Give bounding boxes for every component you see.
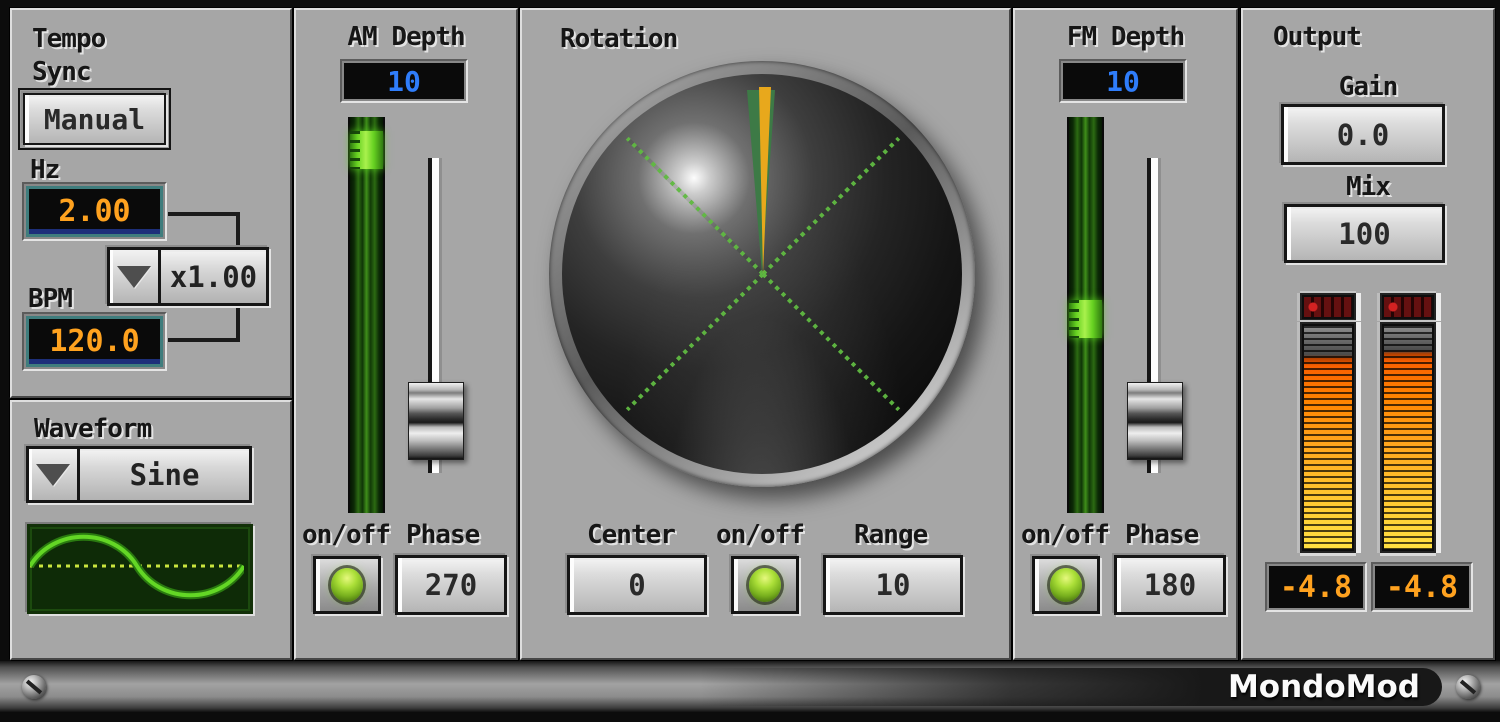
- rotation-label: Rotation: [560, 24, 677, 54]
- output-label: Output: [1273, 22, 1361, 52]
- bpm-display-frame: 120.0: [22, 312, 167, 371]
- waveform-value[interactable]: Sine: [80, 449, 249, 500]
- rotation-range-button[interactable]: 10: [823, 555, 963, 615]
- tempo-mode-button[interactable]: Manual: [23, 93, 166, 145]
- led-icon: [331, 568, 363, 602]
- output-panel: Output Gain 0.0 Mix 100 -4.8 -4.8: [1241, 8, 1495, 660]
- hz-value: 2.00: [58, 194, 130, 229]
- rotation-onoff-label: on/off: [716, 520, 804, 550]
- am-phase-button[interactable]: 270: [395, 555, 507, 615]
- screw-slot: [26, 680, 42, 695]
- left-meter-readout-frame: -4.8: [1265, 562, 1367, 612]
- rotation-sphere[interactable]: [549, 61, 975, 487]
- bpm-value: 120.0: [49, 324, 139, 359]
- am-depth-panel: AM Depth 10 on/off Phase 270: [294, 8, 518, 660]
- multiplier-value[interactable]: x1.00: [161, 250, 266, 303]
- fm-depth-meter[interactable]: [1067, 117, 1104, 513]
- am-depth-meter[interactable]: [348, 117, 385, 513]
- right-meter-peak-indicator: [1380, 293, 1436, 321]
- fm-phase-label: Phase: [1125, 520, 1198, 550]
- fm-depth-display[interactable]: 10: [1063, 63, 1183, 99]
- waveform-panel: Waveform Sine: [10, 400, 292, 660]
- rotation-crosshair-ray: [762, 137, 901, 276]
- right-meter-readout-frame: -4.8: [1371, 562, 1473, 612]
- mix-label: Mix: [1243, 172, 1493, 202]
- am-onoff-button[interactable]: [313, 556, 381, 614]
- rotation-crosshair-ray: [762, 273, 901, 412]
- tempo-sync-panel: Tempo Sync Manual Hz 2.00 x1.00 BPM 120.…: [10, 8, 292, 398]
- tempo-label-line1: Tempo: [32, 24, 105, 54]
- led-icon: [1050, 568, 1082, 602]
- screw-icon: [22, 675, 46, 699]
- rotation-center-label: Center: [587, 520, 675, 550]
- waveform-arrow-button[interactable]: [29, 449, 80, 500]
- am-depth-value: 10: [387, 65, 421, 98]
- output-meter-left: [1300, 322, 1356, 553]
- waveform-dropdown[interactable]: Sine: [26, 446, 252, 503]
- gain-label: Gain: [1243, 72, 1493, 102]
- tempo-multiplier-dropdown[interactable]: x1.00: [107, 247, 269, 306]
- rotation-range-label: Range: [854, 520, 927, 550]
- fm-phase-button[interactable]: 180: [1114, 555, 1226, 615]
- waveform-label: Waveform: [34, 414, 151, 444]
- fm-phase-slider-handle[interactable]: [1127, 382, 1183, 460]
- hz-label: Hz: [30, 155, 59, 185]
- led-icon: [749, 568, 781, 602]
- am-phase-label: Phase: [406, 520, 479, 550]
- hz-mult-link-line: [168, 212, 240, 246]
- fm-depth-panel: FM Depth 10 on/off Phase 180: [1013, 8, 1238, 660]
- meter-fill: [1304, 326, 1352, 549]
- screw-slot: [1460, 680, 1476, 695]
- bottom-bar: MondoMod: [0, 661, 1500, 712]
- screw-icon: [1456, 675, 1480, 699]
- hz-value-display[interactable]: 2.00: [26, 186, 163, 237]
- right-meter-readout: -4.8: [1375, 566, 1469, 608]
- right-meter-value: -4.8: [1386, 570, 1458, 605]
- tempo-mode-frame: Manual: [18, 88, 171, 150]
- rotation-onoff-button[interactable]: [731, 556, 799, 614]
- am-depth-display[interactable]: 10: [344, 63, 464, 99]
- bpm-mult-link-line: [168, 306, 240, 342]
- peak-led-segments: [1384, 297, 1432, 317]
- rotation-center-button[interactable]: 0: [567, 555, 707, 615]
- tempo-label-line2: Sync: [32, 57, 91, 87]
- fm-depth-meter-thumb[interactable]: [1069, 300, 1102, 338]
- fm-onoff-button[interactable]: [1032, 556, 1100, 614]
- waveform-graph: [30, 527, 244, 605]
- dropdown-arrow-icon: [117, 266, 151, 288]
- fm-depth-display-frame: 10: [1059, 59, 1187, 103]
- rotation-sphere-face[interactable]: [562, 74, 962, 474]
- bpm-value-display[interactable]: 120.0: [26, 316, 163, 367]
- fm-depth-label: FM Depth: [1015, 22, 1236, 52]
- plugin-title: MondoMod: [1228, 669, 1420, 705]
- mix-button[interactable]: 100: [1284, 204, 1445, 263]
- rotation-crosshair-ray: [626, 137, 765, 276]
- peak-led-segments: [1304, 297, 1352, 317]
- am-depth-meter-thumb[interactable]: [350, 131, 383, 169]
- fm-onoff-label: on/off: [1021, 520, 1109, 550]
- output-meter-right: [1380, 322, 1436, 553]
- rotation-crosshair-ray: [626, 273, 765, 412]
- hz-display-frame: 2.00: [22, 182, 167, 241]
- fm-depth-value: 10: [1106, 65, 1140, 98]
- left-meter-peak-indicator: [1300, 293, 1356, 321]
- meter-fill: [1384, 326, 1432, 549]
- left-meter-readout: -4.8: [1269, 566, 1363, 608]
- rotation-panel: Rotation Center on/off Range 0 10: [520, 8, 1011, 660]
- am-phase-slider-handle[interactable]: [408, 382, 464, 460]
- am-depth-display-frame: 10: [340, 59, 468, 103]
- left-meter-value: -4.8: [1280, 570, 1352, 605]
- title-strip: MondoMod: [700, 668, 1442, 706]
- waveform-display: [27, 524, 253, 614]
- dropdown-arrow-icon: [36, 464, 70, 486]
- multiplier-arrow-button[interactable]: [110, 250, 161, 303]
- gain-button[interactable]: 0.0: [1281, 104, 1445, 165]
- am-onoff-label: on/off: [302, 520, 390, 550]
- am-depth-label: AM Depth: [296, 22, 516, 52]
- mondomod-plugin-window: Tempo Sync Manual Hz 2.00 x1.00 BPM 120.…: [0, 0, 1500, 722]
- bpm-label: BPM: [28, 284, 72, 314]
